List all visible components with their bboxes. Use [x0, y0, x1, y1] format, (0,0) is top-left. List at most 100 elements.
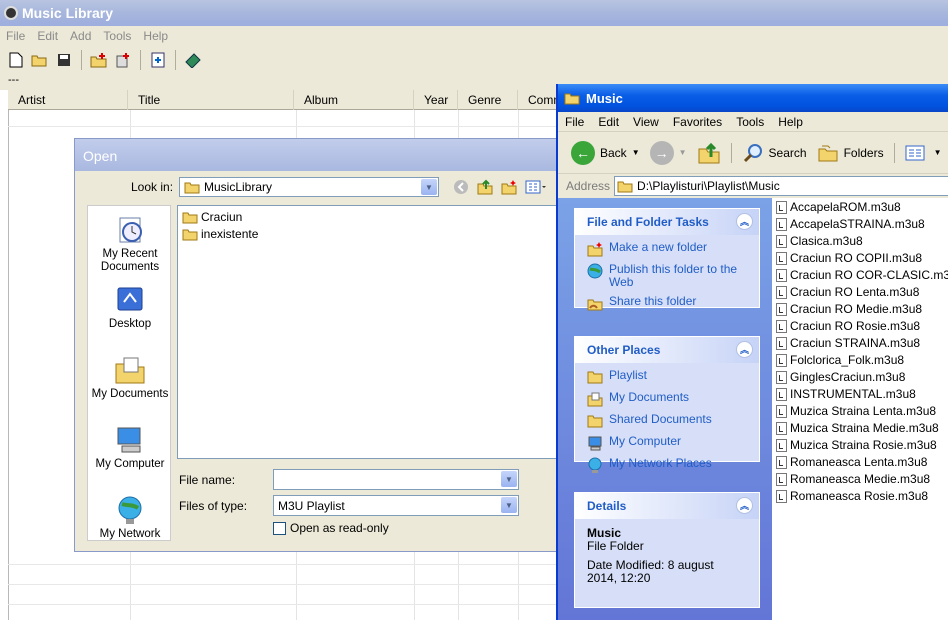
new-icon[interactable]: [6, 50, 26, 70]
panel-header[interactable]: Details ︽: [575, 493, 759, 519]
menu-add[interactable]: Add: [64, 29, 97, 43]
chevron-down-icon[interactable]: ▼: [632, 148, 640, 157]
folders-button[interactable]: Folders: [814, 143, 887, 163]
file-item[interactable]: Muzica Straina Medie.m3u8: [776, 421, 939, 435]
search-label: Search: [768, 145, 807, 160]
read-only-checkbox[interactable]: [273, 521, 286, 535]
panel-header[interactable]: Other Places ︽: [575, 337, 759, 363]
menu-tools[interactable]: Tools: [729, 115, 771, 129]
col-title[interactable]: Title: [128, 90, 294, 110]
file-item[interactable]: INSTRUMENTAL.m3u8: [776, 387, 916, 401]
menu-file[interactable]: File: [558, 115, 591, 129]
add-file-icon[interactable]: [113, 50, 133, 70]
explorer-title-bar[interactable]: Music: [558, 84, 948, 112]
place-my-network[interactable]: My Network Places: [575, 457, 759, 473]
import-icon[interactable]: [148, 50, 168, 70]
file-item[interactable]: AccapelaROM.m3u8: [776, 200, 901, 214]
menu-tools[interactable]: Tools: [97, 29, 137, 43]
search-button[interactable]: Search: [739, 142, 810, 164]
files-of-type-select[interactable]: M3U Playlist ▼: [273, 495, 519, 516]
library-book-icon[interactable]: [183, 50, 203, 70]
address-input[interactable]: D:\Playlisturi\Playlist\Music: [614, 176, 948, 196]
collapse-icon[interactable]: ︽: [736, 341, 753, 358]
read-only-label: Open as read-only: [290, 521, 389, 535]
views-button[interactable]: ▼: [902, 144, 945, 162]
file-name-field[interactable]: ▼: [273, 469, 519, 490]
menu-file[interactable]: File: [0, 29, 31, 43]
back-button[interactable]: ← Back ▼: [568, 140, 643, 165]
file-item[interactable]: Muzica Straina Rosie.m3u8: [776, 438, 937, 452]
collapse-icon[interactable]: ︽: [736, 497, 753, 514]
collapse-icon[interactable]: ︽: [736, 213, 753, 230]
file-item[interactable]: Romaneasca Medie.m3u8: [776, 472, 930, 486]
col-genre[interactable]: Genre: [458, 90, 518, 110]
file-item[interactable]: Romaneasca Rosie.m3u8: [776, 489, 928, 503]
task-share[interactable]: Share this folder: [575, 295, 759, 311]
read-only-option[interactable]: Open as read-only: [273, 521, 389, 535]
explorer-file-list[interactable]: AccapelaROM.m3u8 AccapelaSTRAINA.m3u8 Clas…: [772, 198, 948, 620]
place-shared-documents[interactable]: Shared Documents: [575, 413, 759, 429]
main-title-bar[interactable]: Music Library: [0, 0, 948, 26]
menu-favorites[interactable]: Favorites: [666, 115, 729, 129]
place-my-network[interactable]: My Network: [88, 494, 172, 541]
file-item[interactable]: GinglesCraciun.m3u8: [776, 370, 905, 384]
place-playlist[interactable]: Playlist: [575, 369, 759, 385]
list-item[interactable]: inexistente: [182, 227, 258, 241]
up-button[interactable]: [694, 141, 724, 165]
place-my-computer[interactable]: My Computer: [88, 424, 172, 471]
panel-header[interactable]: File and Folder Tasks ︽: [575, 209, 759, 235]
file-item-label: Craciun RO COR-CLASIC.m3u8: [790, 268, 948, 282]
menu-edit[interactable]: Edit: [31, 29, 64, 43]
new-folder-icon[interactable]: [501, 179, 517, 198]
file-item[interactable]: Folclorica_Folk.m3u8: [776, 353, 904, 367]
file-item[interactable]: Romaneasca Lenta.m3u8: [776, 455, 927, 469]
file-item[interactable]: Craciun RO Medie.m3u8: [776, 302, 922, 316]
views-icon: [905, 145, 925, 160]
file-item[interactable]: Craciun RO Rosie.m3u8: [776, 319, 920, 333]
file-item[interactable]: AccapelaSTRAINA.m3u8: [776, 217, 925, 231]
file-item[interactable]: Craciun RO COR-CLASIC.m3u8: [776, 268, 948, 282]
task-new-folder[interactable]: Make a new folder: [575, 241, 759, 257]
file-item[interactable]: Clasica.m3u8: [776, 234, 863, 248]
list-item[interactable]: Craciun: [182, 210, 242, 224]
file-name-value: [274, 470, 518, 476]
col-album[interactable]: Album: [294, 90, 414, 110]
view-menu-icon[interactable]: [525, 179, 547, 198]
place-my-documents[interactable]: My Documents: [575, 391, 759, 407]
open-dialog-title[interactable]: Open: [75, 139, 565, 171]
file-item[interactable]: Muzica Straina Lenta.m3u8: [776, 404, 936, 418]
menu-view[interactable]: View: [626, 115, 666, 129]
chevron-down-icon[interactable]: ▼: [679, 148, 687, 157]
file-item[interactable]: Craciun STRAINA.m3u8: [776, 336, 920, 350]
list-item-label: inexistente: [201, 227, 259, 241]
folder-icon: [182, 229, 198, 240]
desktop-icon: [114, 284, 146, 316]
playlist-file-icon: [776, 387, 787, 401]
back-icon[interactable]: [453, 179, 469, 198]
chevron-down-icon[interactable]: ▼: [421, 179, 437, 195]
look-in-combo[interactable]: MusicLibrary ▼: [179, 177, 439, 197]
task-publish[interactable]: Publish this folder to the Web: [575, 263, 759, 289]
chevron-down-icon[interactable]: ▼: [501, 497, 517, 513]
forward-button[interactable]: → ▼: [647, 140, 690, 165]
place-my-documents[interactable]: My Documents: [88, 354, 172, 401]
place-desktop[interactable]: Desktop: [88, 284, 172, 331]
save-icon[interactable]: [54, 50, 74, 70]
file-item[interactable]: Craciun RO Lenta.m3u8: [776, 285, 919, 299]
up-folder-icon[interactable]: [477, 179, 493, 198]
col-year[interactable]: Year: [414, 90, 458, 110]
menu-help[interactable]: Help: [771, 115, 810, 129]
place-recent[interactable]: My Recent Documents: [88, 214, 172, 274]
col-artist[interactable]: Artist: [8, 90, 128, 110]
file-item[interactable]: Craciun RO COPII.m3u8: [776, 251, 922, 265]
explorer-menu-bar: File Edit View Favorites Tools Help: [558, 112, 948, 132]
menu-edit[interactable]: Edit: [591, 115, 626, 129]
chevron-down-icon[interactable]: ▼: [501, 471, 517, 487]
menu-help[interactable]: Help: [137, 29, 174, 43]
panel-title: File and Folder Tasks: [587, 215, 709, 229]
chevron-down-icon[interactable]: ▼: [934, 148, 942, 157]
file-list[interactable]: Craciun inexistente: [177, 205, 565, 459]
open-folder-icon[interactable]: [30, 50, 50, 70]
add-folder-icon[interactable]: [89, 50, 109, 70]
place-my-computer[interactable]: My Computer: [575, 435, 759, 451]
